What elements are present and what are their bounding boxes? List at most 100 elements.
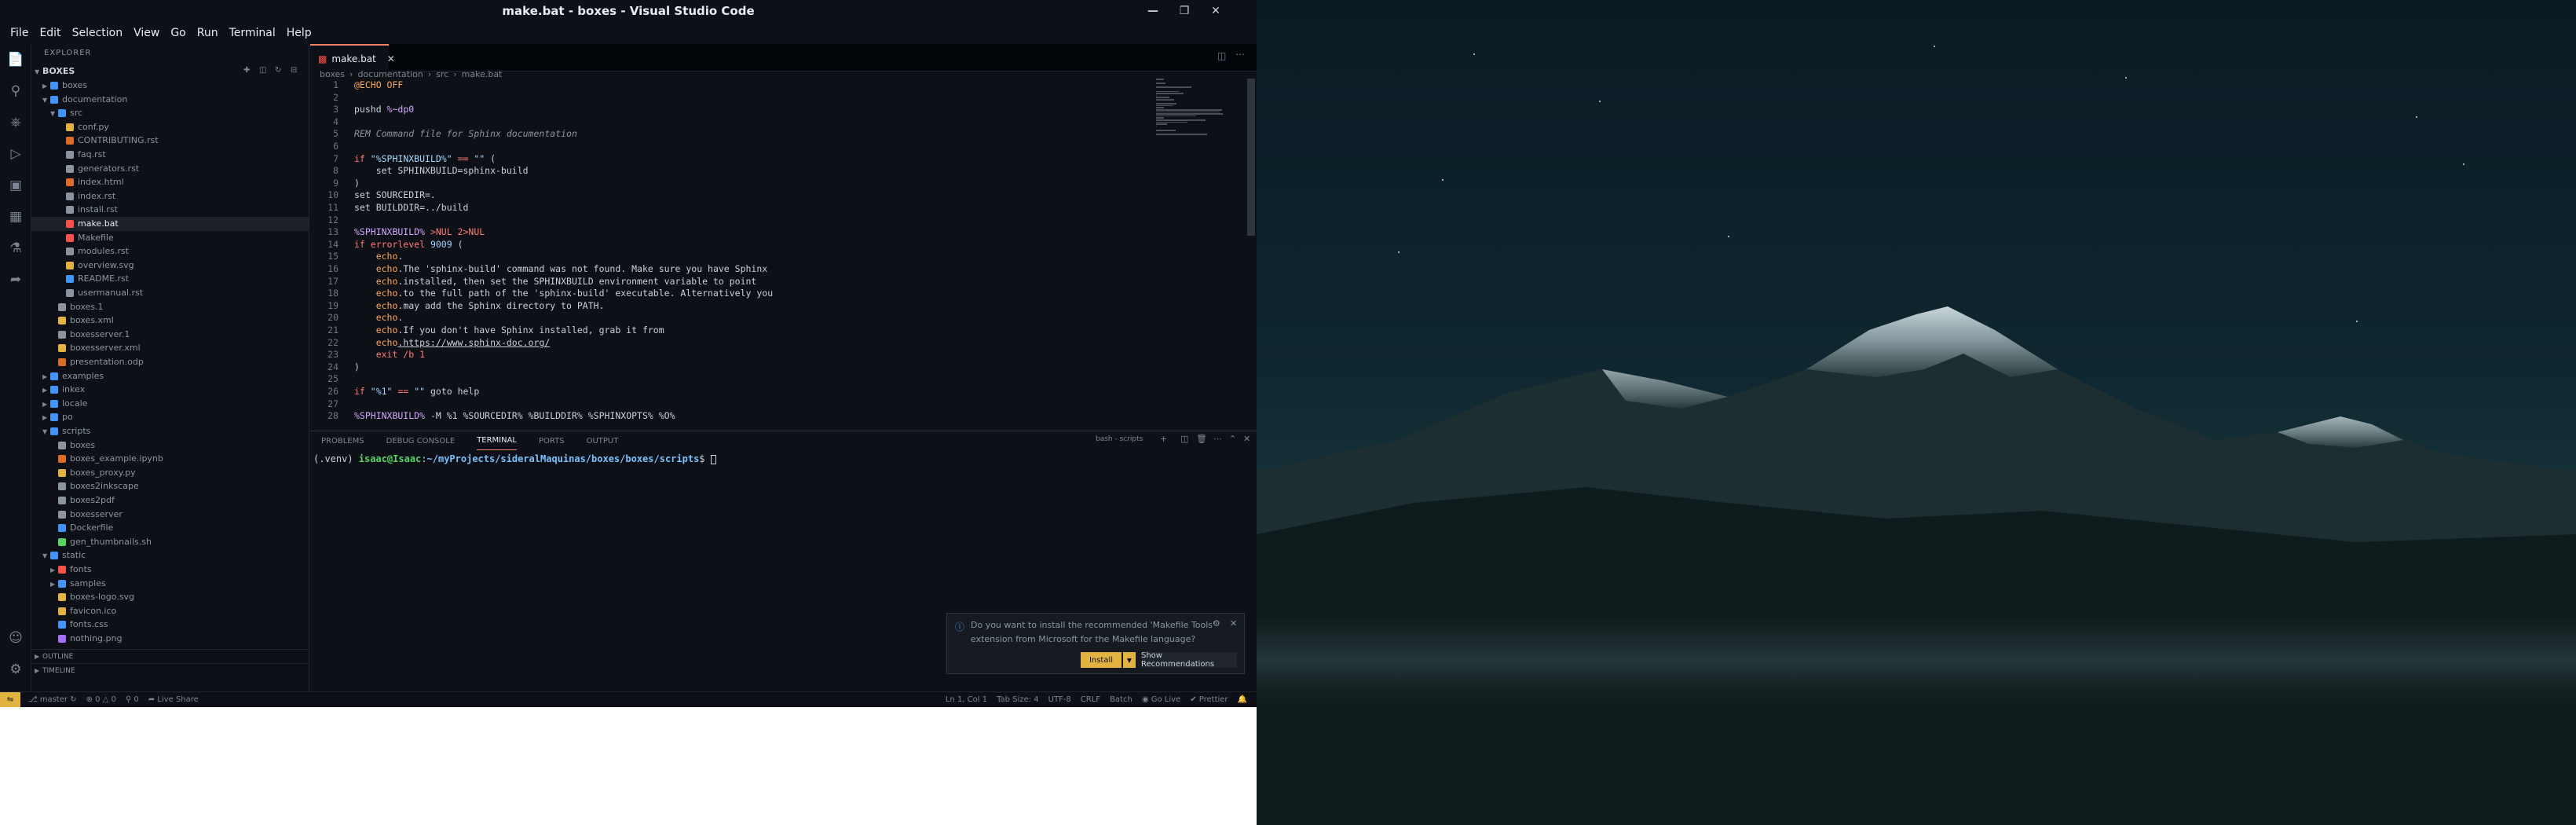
tree-file[interactable]: nothing.png bbox=[31, 632, 309, 646]
minimize-icon[interactable]: — bbox=[1137, 0, 1169, 22]
tree-folder[interactable]: ▼ src bbox=[31, 106, 309, 120]
tree-folder[interactable]: ▶ inkex bbox=[31, 383, 309, 397]
tree-file[interactable]: boxes.xml bbox=[31, 314, 309, 328]
cursor-position[interactable]: Ln 1, Col 1 bbox=[946, 695, 987, 704]
tree-file[interactable]: Dockerfile bbox=[31, 521, 309, 535]
problems-status[interactable]: ⊗ 0 △ 0 bbox=[86, 695, 116, 704]
prettier-status[interactable]: ✔ Prettier bbox=[1190, 695, 1228, 704]
tree-file[interactable]: boxes_example.ipynb bbox=[31, 452, 309, 466]
kill-terminal-icon[interactable]: 🗑 bbox=[1196, 434, 1207, 444]
tree-folder[interactable]: ▶ samples bbox=[31, 577, 309, 591]
ports-status[interactable]: ⚲ 0 bbox=[126, 695, 139, 704]
breadcrumb-item[interactable]: src bbox=[436, 69, 448, 79]
tree-folder[interactable]: ▶ locale bbox=[31, 397, 309, 411]
terminal-label[interactable]: bash - scripts bbox=[1096, 435, 1143, 443]
maximize-panel-icon[interactable]: ⌃ bbox=[1229, 434, 1236, 444]
breadcrumb-item[interactable]: make.bat bbox=[462, 69, 503, 79]
live-share-status[interactable]: ➦ Live Share bbox=[148, 695, 199, 704]
workspace-root[interactable]: ▼ BOXES bbox=[31, 64, 309, 79]
menu-run[interactable]: Run bbox=[192, 27, 224, 39]
tree-file[interactable]: install.rst bbox=[31, 203, 309, 217]
menu-terminal[interactable]: Terminal bbox=[224, 27, 281, 39]
timeline-section[interactable]: ▶ TIMELINE bbox=[31, 663, 309, 677]
menu-selection[interactable]: Selection bbox=[67, 27, 129, 39]
explorer-icon[interactable]: 📄 bbox=[6, 50, 25, 69]
menu-go[interactable]: Go bbox=[165, 27, 191, 39]
code-editor[interactable]: 1 @ECHO OFF 2 3 pushd %~dp0 4 5 REM Command fil… bbox=[310, 79, 1158, 424]
branch-status[interactable]: ⎇ master ↻ bbox=[28, 695, 77, 704]
tree-folder[interactable]: ▼ documentation bbox=[31, 93, 309, 107]
tab-size[interactable]: Tab Size: 4 bbox=[997, 695, 1039, 704]
panel-tab-ports[interactable]: PORTS bbox=[539, 432, 565, 450]
more-actions-icon[interactable]: ⋯ bbox=[1235, 49, 1245, 60]
notification-settings-icon[interactable]: ⚙ bbox=[1213, 618, 1220, 629]
new-terminal-icon[interactable]: + bbox=[1160, 434, 1167, 444]
panel-tab-output[interactable]: OUTPUT bbox=[587, 432, 619, 450]
tree-file[interactable]: README.rst bbox=[31, 272, 309, 286]
panel-tab-terminal[interactable]: TERMINAL bbox=[477, 431, 518, 450]
settings-gear-icon[interactable]: ⚙ bbox=[6, 660, 25, 679]
tree-folder[interactable]: ▶ fonts bbox=[31, 563, 309, 577]
tree-file[interactable]: favicon.ico bbox=[31, 604, 309, 618]
install-dropdown-icon[interactable]: ▼ bbox=[1123, 652, 1136, 668]
live-share-icon[interactable]: ➦ bbox=[6, 270, 25, 289]
tree-file[interactable]: conf.py bbox=[31, 120, 309, 134]
line-ending[interactable]: CRLF bbox=[1081, 695, 1100, 704]
tree-file[interactable]: boxesserver.1 bbox=[31, 328, 309, 342]
tree-file[interactable]: boxes2inkscape bbox=[31, 479, 309, 493]
menu-help[interactable]: Help bbox=[281, 27, 317, 39]
encoding[interactable]: UTF-8 bbox=[1048, 695, 1071, 704]
minimap[interactable] bbox=[1154, 79, 1249, 141]
menu-view[interactable]: View bbox=[128, 27, 165, 39]
run-debug-icon[interactable]: ▷ bbox=[6, 145, 25, 163]
remote-indicator-icon[interactable]: ⇋ bbox=[0, 691, 20, 708]
tree-folder[interactable]: ▶ examples bbox=[31, 369, 309, 383]
collapse-all-icon[interactable]: ⊟ bbox=[291, 66, 297, 75]
tree-file[interactable]: boxes.1 bbox=[31, 300, 309, 314]
tree-file[interactable]: boxes_proxy.py bbox=[31, 466, 309, 480]
tree-file[interactable]: boxes bbox=[31, 438, 309, 453]
tree-file[interactable]: usermanual.rst bbox=[31, 286, 309, 300]
split-terminal-icon[interactable]: ◫ bbox=[1180, 434, 1188, 444]
extensions-icon[interactable]: ▦ bbox=[6, 207, 25, 226]
breadcrumb-item[interactable]: boxes bbox=[320, 69, 345, 79]
tree-file[interactable]: presentation.odp bbox=[31, 355, 309, 369]
tree-file[interactable]: boxesserver bbox=[31, 508, 309, 522]
tree-file[interactable]: boxesserver.xml bbox=[31, 341, 309, 355]
restore-icon[interactable]: ❐ bbox=[1169, 0, 1200, 22]
tree-file[interactable]: index.rst bbox=[31, 189, 309, 204]
breadcrumb-item[interactable]: documentation bbox=[357, 69, 423, 79]
close-panel-icon[interactable]: ✕ bbox=[1243, 434, 1250, 444]
tree-file[interactable]: modules.rst bbox=[31, 244, 309, 258]
testing-icon[interactable]: ⚗ bbox=[6, 239, 25, 258]
close-tab-icon[interactable]: ✕ bbox=[387, 53, 395, 64]
tree-file[interactable]: CONTRIBUTING.rst bbox=[31, 134, 309, 148]
tree-file[interactable]: Makefile bbox=[31, 231, 309, 245]
tree-folder[interactable]: ▶ po bbox=[31, 410, 309, 424]
tree-file[interactable]: generators.rst bbox=[31, 162, 309, 176]
new-folder-icon[interactable]: ◫ bbox=[259, 66, 266, 75]
tree-folder[interactable]: ▼ static bbox=[31, 548, 309, 563]
account-icon[interactable]: ☺ bbox=[6, 629, 25, 647]
editor-scrollbar[interactable] bbox=[1247, 79, 1255, 236]
outline-section[interactable]: ▶ OUTLINE bbox=[31, 649, 309, 663]
terminal-prompt[interactable]: (.venv) isaac@Isaac:~/myProjects/sideral… bbox=[310, 453, 716, 464]
tree-file[interactable]: overview.svg bbox=[31, 258, 309, 273]
source-control-icon[interactable]: ⎈ bbox=[6, 113, 25, 132]
tree-folder[interactable]: ▶ boxes bbox=[31, 79, 309, 93]
tree-file[interactable]: make.bat bbox=[31, 217, 309, 231]
panel-tab-problems[interactable]: PROBLEMS bbox=[321, 432, 364, 450]
tree-folder[interactable]: ▼ scripts bbox=[31, 424, 309, 438]
menu-edit[interactable]: Edit bbox=[34, 27, 66, 39]
refresh-icon[interactable]: ↻ bbox=[275, 66, 281, 75]
panel-tab-debug-console[interactable]: DEBUG CONSOLE bbox=[386, 432, 456, 450]
menu-file[interactable]: File bbox=[5, 27, 34, 39]
tree-file[interactable]: boxes2pdf bbox=[31, 493, 309, 508]
notification-close-icon[interactable]: ✕ bbox=[1230, 618, 1237, 629]
tree-file[interactable]: boxes-logo.svg bbox=[31, 590, 309, 604]
remote-explorer-icon[interactable]: ▣ bbox=[6, 176, 25, 195]
install-button[interactable]: Install bbox=[1081, 652, 1122, 668]
show-recommendations-button[interactable]: Show Recommendations bbox=[1141, 651, 1237, 669]
tree-file[interactable]: gen_thumbnails.sh bbox=[31, 535, 309, 549]
go-live-status[interactable]: ◉ Go Live bbox=[1142, 695, 1180, 704]
